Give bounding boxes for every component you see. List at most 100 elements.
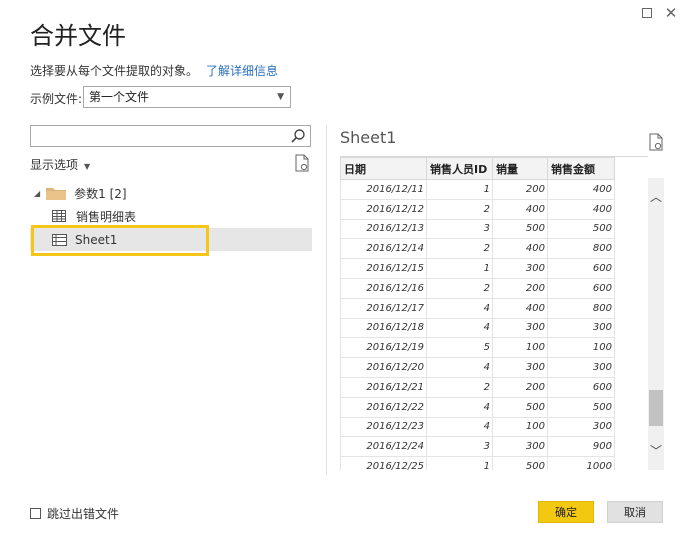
salesperson-id-cell: 4 <box>426 416 493 438</box>
salesperson-id-cell: 4 <box>426 317 493 339</box>
date-cell: 2016/12/16 <box>340 277 427 299</box>
tree-item-sales-detail[interactable]: 销售明细表 <box>52 205 136 227</box>
date-cell: 2016/12/24 <box>340 436 427 458</box>
salesperson-id-cell: 2 <box>426 238 493 260</box>
skip-errors-label: 跳过出错文件 <box>47 507 120 521</box>
maximize-icon <box>642 8 652 18</box>
scroll-down-icon[interactable]: ﹀ <box>648 442 664 459</box>
expand-arrow-icon[interactable]: ◢ <box>34 189 40 198</box>
quantity-cell: 300 <box>492 357 548 378</box>
chevron-down-icon: ▼ <box>277 92 284 102</box>
amount-cell: 900 <box>547 436 615 458</box>
refresh-preview-icon[interactable] <box>648 133 664 151</box>
table-icon <box>52 210 66 222</box>
cancel-button[interactable]: 取消 <box>607 501 663 523</box>
quantity-cell: 200 <box>492 179 548 200</box>
vertical-scrollbar[interactable]: ︿ ﹀ <box>648 178 664 470</box>
amount-cell: 500 <box>547 218 615 240</box>
preview-title: Sheet1 <box>340 128 397 147</box>
folder-icon <box>46 187 67 200</box>
scroll-thumb[interactable] <box>649 390 663 426</box>
date-cell: 2016/12/14 <box>340 238 427 260</box>
description-text: 选择要从每个文件提取的对象。 <box>30 64 199 78</box>
skip-errors-option[interactable]: 跳过出错文件 <box>30 505 119 522</box>
scroll-up-icon[interactable]: ︿ <box>648 188 664 205</box>
dialog-title: 合并文件 <box>30 22 126 50</box>
quantity-cell: 300 <box>492 317 548 339</box>
column-header[interactable]: 销售人员ID <box>426 157 493 180</box>
amount-cell: 400 <box>547 198 615 220</box>
panel-divider <box>326 125 327 475</box>
date-cell: 2016/12/19 <box>340 337 427 359</box>
display-options-label: 显示选项 <box>30 158 79 172</box>
date-cell: 2016/12/12 <box>340 198 427 220</box>
date-cell: 2016/12/25 <box>340 456 427 470</box>
table-row: 2016/12/22 4 500 500 <box>340 396 615 418</box>
amount-cell: 300 <box>547 317 615 339</box>
amount-cell: 500 <box>547 396 615 418</box>
column-header[interactable]: 日期 <box>340 157 427 180</box>
refresh-file-icon[interactable] <box>294 154 310 172</box>
salesperson-id-cell: 2 <box>426 277 493 299</box>
example-file-select[interactable]: 第一个文件 ▼ <box>83 86 291 108</box>
salesperson-id-cell: 1 <box>426 258 493 279</box>
table-row: 2016/12/12 2 400 400 <box>340 198 615 220</box>
tree-folder-label: 参数1 [2] <box>74 186 127 201</box>
amount-cell: 800 <box>547 238 615 260</box>
salesperson-id-cell: 3 <box>426 218 493 240</box>
amount-cell: 600 <box>547 376 615 398</box>
date-cell: 2016/12/23 <box>340 416 427 438</box>
tree-item-sheet1[interactable]: Sheet1 <box>52 229 117 251</box>
combine-files-dialog: ✕ 合并文件 选择要从每个文件提取的对象。 了解详细信息 示例文件: 第一个文件 … <box>0 0 688 539</box>
amount-cell: 1000 <box>547 456 615 470</box>
salesperson-id-cell: 1 <box>426 179 493 200</box>
search-field[interactable] <box>30 125 311 147</box>
skip-errors-checkbox[interactable] <box>30 508 41 519</box>
quantity-cell: 200 <box>492 376 548 398</box>
tree-item-label: Sheet1 <box>75 233 118 247</box>
column-header[interactable]: 销售金额 <box>547 157 615 180</box>
date-cell: 2016/12/21 <box>340 376 427 398</box>
preview-grid[interactable]: 日期 销售人员ID 销量 销售金额 2016/12/11 1 200 400 2016… <box>340 156 648 470</box>
salesperson-id-cell: 4 <box>426 396 493 418</box>
salesperson-id-cell: 2 <box>426 376 493 398</box>
quantity-cell: 100 <box>492 337 548 359</box>
amount-cell: 600 <box>547 277 615 299</box>
table-row: 2016/12/18 4 300 300 <box>340 317 615 339</box>
table-row: 2016/12/20 4 300 300 <box>340 357 615 378</box>
quantity-cell: 500 <box>492 456 548 470</box>
salesperson-id-cell: 4 <box>426 297 493 319</box>
quantity-cell: 200 <box>492 277 548 299</box>
sheet-icon <box>52 234 67 246</box>
close-button[interactable]: ✕ <box>664 6 678 21</box>
display-options-dropdown[interactable]: 显示选项 ▼ <box>30 156 90 173</box>
tree-item-label: 销售明细表 <box>76 209 137 224</box>
amount-cell: 300 <box>547 357 615 378</box>
example-file-label: 示例文件: <box>30 92 83 106</box>
date-cell: 2016/12/11 <box>340 179 427 200</box>
learn-more-link[interactable]: 了解详细信息 <box>206 64 278 78</box>
table-row: 2016/12/15 1 300 600 <box>340 258 615 279</box>
date-cell: 2016/12/22 <box>340 396 427 418</box>
dialog-description: 选择要从每个文件提取的对象。 了解详细信息 <box>30 62 278 79</box>
tree-folder-param1[interactable]: ◢ 参数1 [2] <box>34 184 127 202</box>
search-icon[interactable] <box>290 128 306 144</box>
amount-cell: 100 <box>547 337 615 359</box>
table-row: 2016/12/19 5 100 100 <box>340 337 615 359</box>
ok-button[interactable]: 确定 <box>538 501 594 523</box>
quantity-cell: 500 <box>492 218 548 240</box>
table-header-row: 日期 销售人员ID 销量 销售金额 <box>340 157 615 180</box>
caret-down-icon: ▼ <box>84 162 91 171</box>
amount-cell: 600 <box>547 258 615 279</box>
column-header[interactable]: 销量 <box>492 157 548 180</box>
table-row: 2016/12/23 4 100 300 <box>340 416 615 438</box>
salesperson-id-cell: 5 <box>426 337 493 359</box>
table-row: 2016/12/11 1 200 400 <box>340 179 615 200</box>
date-cell: 2016/12/20 <box>340 357 427 378</box>
maximize-button[interactable] <box>640 6 654 20</box>
date-cell: 2016/12/17 <box>340 297 427 319</box>
table-row: 2016/12/25 1 500 1000 <box>340 456 615 470</box>
table-row: 2016/12/17 4 400 800 <box>340 297 615 319</box>
search-input[interactable] <box>35 127 285 147</box>
quantity-cell: 300 <box>492 436 548 458</box>
